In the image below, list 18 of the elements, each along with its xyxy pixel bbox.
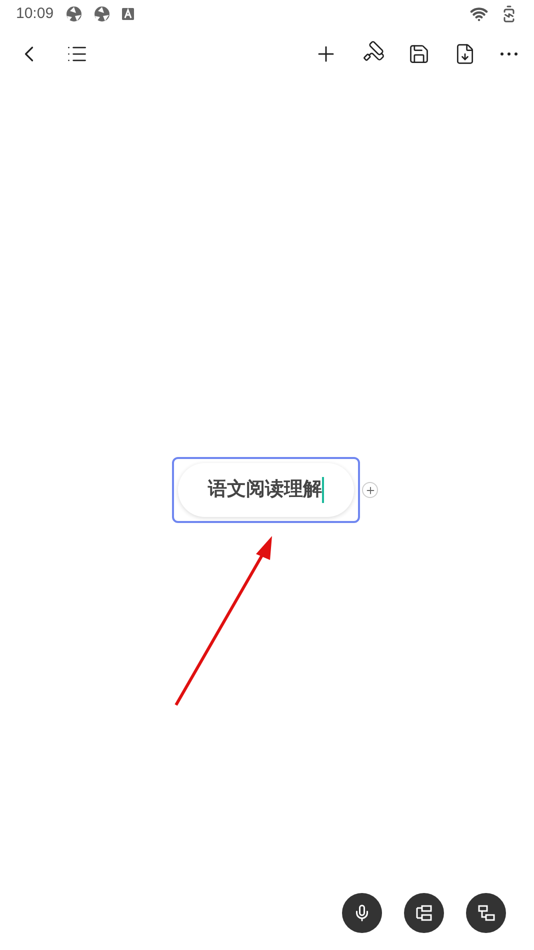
sibling-node-icon [415,904,433,922]
text-cursor [322,477,324,503]
app-notification-icon [94,6,110,22]
voice-button[interactable] [342,893,382,933]
microphone-icon [353,904,371,922]
child-node-button[interactable] [466,893,506,933]
app-notification-icon [122,8,134,20]
wifi-icon [470,5,488,23]
child-node-icon [477,904,495,922]
download-icon [454,43,476,65]
mind-map-node[interactable]: 语文阅读理解 [172,457,360,523]
plus-icon [364,484,376,496]
node-text: 语文阅读理解 [208,478,322,502]
add-child-button[interactable] [362,482,378,498]
app-notification-icon [66,6,82,22]
status-time: 10:09 [16,4,54,24]
more-icon [500,52,518,56]
sibling-node-button[interactable] [404,893,444,933]
